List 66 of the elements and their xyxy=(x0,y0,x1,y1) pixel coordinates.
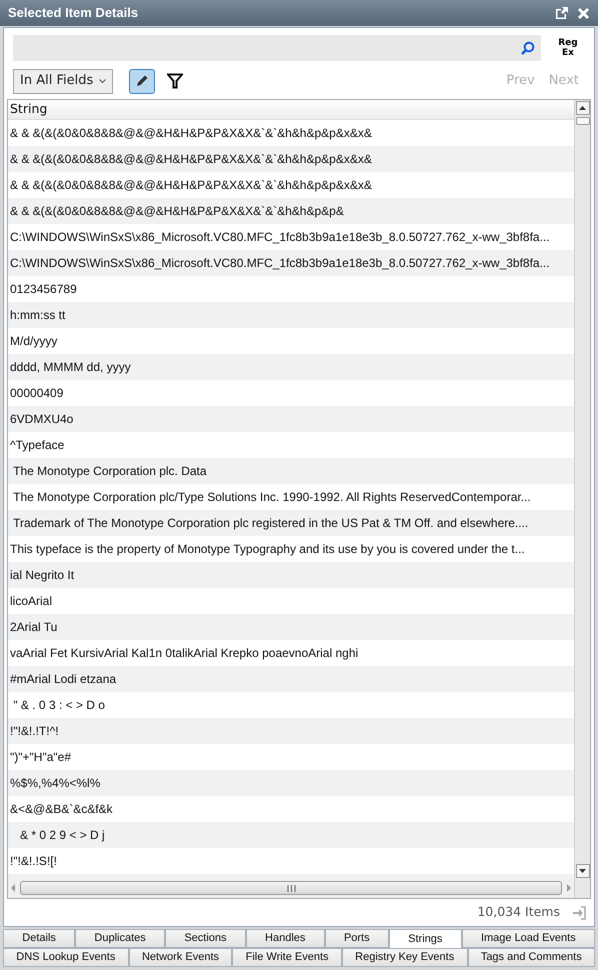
table-cell-text: ^Typeface xyxy=(10,437,64,454)
scrollbar-thumb[interactable] xyxy=(576,117,590,125)
scrollbar-thumb[interactable] xyxy=(20,881,562,895)
down-arrow-icon xyxy=(579,869,586,873)
tab[interactable]: DNS Lookup Events xyxy=(3,948,129,967)
table-cell-text: %$%,%4%<%l% xyxy=(10,775,100,792)
grip-icon xyxy=(286,884,296,892)
table-cell-text: The Monotype Corporation plc. Data xyxy=(12,463,207,480)
table-cell-text: &<&@&B&`&c&f&k xyxy=(10,801,113,818)
table-cell-text: This typeface is the property of Monotype Typography and its use by you is covered under the t... xyxy=(10,541,525,558)
table-cell-text: & & &(&(&0&0&8&8&@&@&H&H&P&P&X&X&`&`&h&h&p&p&x&x& xyxy=(10,125,372,142)
scroll-down-button[interactable] xyxy=(576,864,590,878)
tab[interactable]: Duplicates xyxy=(75,929,166,948)
pencil-icon xyxy=(135,74,149,88)
tab[interactable]: File Write Events xyxy=(232,948,342,967)
table-cell-text: & & &(&(&0&0&8&8&@&@&H&H&P&P&X&X&`&`&h&h&p&p& xyxy=(10,203,344,220)
column-header[interactable]: String xyxy=(8,100,574,120)
filter-icon[interactable] xyxy=(167,73,183,89)
table-cell-text: ial Negrito It xyxy=(10,567,74,584)
table-cell-text: The Monotype Corporation plc/Type Solutions Inc. 1990-1992. All Rights ReservedContemporar... xyxy=(12,489,531,506)
scroll-up-button[interactable] xyxy=(576,101,590,115)
scroll-right-icon[interactable] xyxy=(566,884,572,892)
highlight-toggle[interactable] xyxy=(129,68,155,94)
popout-icon[interactable] xyxy=(555,6,569,20)
table-cell-text: & * 0 2 9 < > D j xyxy=(19,827,105,844)
table-cell-text: dddd, MMMM dd, yyyy xyxy=(10,359,131,376)
table-cell-text: & & &(&(&0&0&8&8&@&@&H&H&P&P&X&X&`&`&h&h&p&p&x&x& xyxy=(10,177,372,194)
table-cell-text: 0123456789 xyxy=(10,281,77,298)
tab[interactable]: Image Load Events xyxy=(462,929,595,948)
vertical-scrollbar[interactable] xyxy=(574,100,590,898)
tab[interactable]: Tags and Comments xyxy=(468,948,596,967)
regex-button[interactable]: Reg Ex xyxy=(551,38,585,58)
item-count: 10,034 Items xyxy=(477,903,560,922)
search-icon[interactable] xyxy=(520,40,535,56)
tab[interactable]: Strings xyxy=(388,929,462,948)
window-title: Selected Item Details xyxy=(8,4,138,22)
export-icon[interactable] xyxy=(572,906,586,920)
table-cell-text: C:\WINDOWS\WinSxS\x86_Microsoft.VC80.MFC_1fc8b3b9a1e18e3b_8.0.50727.762_x-ww_3bf8fa... xyxy=(10,229,550,246)
tab[interactable]: Network Events xyxy=(128,948,232,967)
search-field[interactable] xyxy=(13,35,541,61)
table-cell-text: ")"+"H"a"e# xyxy=(10,749,71,766)
table-cell-text: 2Arial Tu xyxy=(10,619,58,636)
tab[interactable]: Registry Key Events xyxy=(342,948,468,967)
table-cell-text: !"!&!.!S![! xyxy=(10,853,57,870)
scope-dropdown[interactable]: In All Fields xyxy=(13,68,113,94)
table-cell-text: vaArial Fet KursivArial Kal1n 0talikArial Krepko poaevnoArial nghi xyxy=(10,645,358,662)
caret-icon xyxy=(99,78,106,84)
table-cell-text: C:\WINDOWS\WinSxS\x86_Microsoft.VC80.MFC_1fc8b3b9a1e18e3b_8.0.50727.762_x-ww_3bf8fa... xyxy=(10,255,550,272)
table-cell-text: " & . 0 3 : < > D o xyxy=(12,697,105,714)
scroll-left-icon[interactable] xyxy=(10,884,16,892)
table-cell-text: h:mm:ss tt xyxy=(10,307,66,324)
tab[interactable]: Ports xyxy=(324,929,389,948)
table-cell-text: !"!&!.!T!^! xyxy=(10,723,59,740)
table-cell-text: licoArial xyxy=(10,593,52,610)
close-icon[interactable] xyxy=(577,6,590,20)
tab[interactable]: Sections xyxy=(165,929,246,948)
tab[interactable]: Details xyxy=(3,929,76,948)
table-cell-text: M/d/yyyy xyxy=(10,333,58,350)
table-cell-text: 6VDMXU4o xyxy=(10,411,74,428)
table-cell-text: Trademark of The Monotype Corporation plc registered in the US Pat & TM Off. and elsewhere.... xyxy=(12,515,528,532)
tab[interactable]: Handles xyxy=(246,929,325,948)
horizontal-scrollbar[interactable] xyxy=(8,878,574,898)
up-arrow-icon xyxy=(579,106,586,110)
table-cell-text: #mArial Lodi etzana xyxy=(10,671,116,688)
table-cell-text: 00000409 xyxy=(10,385,64,402)
table-cell-text: & & &(&(&0&0&8&8&@&@&H&H&P&P&X&X&`&`&h&h&p&p&x&x& xyxy=(10,151,372,168)
